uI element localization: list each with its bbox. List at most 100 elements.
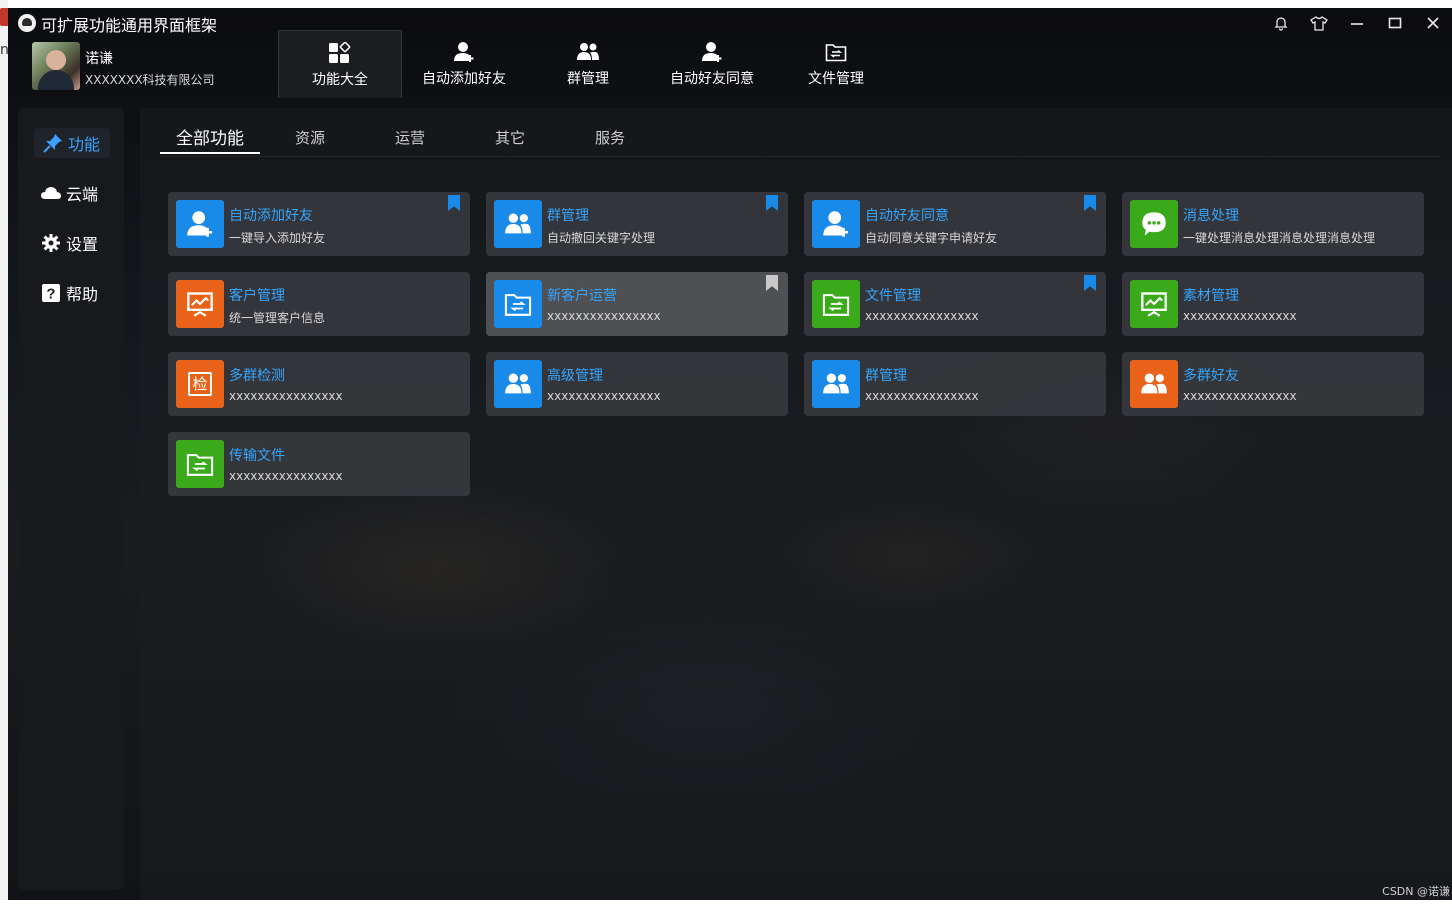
tab-other[interactable]: 其它	[460, 120, 560, 154]
card-title: 自动好友同意	[865, 208, 949, 224]
presentation-icon	[1130, 280, 1178, 328]
folder-transfer-icon	[812, 280, 860, 328]
tab-resources[interactable]: 资源	[260, 120, 360, 154]
maximize-icon[interactable]	[1376, 10, 1414, 36]
card-description: xxxxxxxxxxxxxxxx	[1183, 389, 1297, 403]
tab-operations[interactable]: 运营	[360, 120, 460, 154]
window-controls	[1262, 10, 1452, 36]
topnav-all-features[interactable]: 功能大全	[278, 30, 402, 98]
svg-text:?: ?	[46, 286, 55, 303]
topnav-file-management[interactable]: 文件管理	[774, 30, 898, 98]
shirt-icon[interactable]	[1300, 10, 1338, 36]
card-description: 自动撤回关键字处理	[547, 231, 656, 245]
feature-card[interactable]: 自动添加好友 一键导入添加好友	[168, 192, 470, 256]
card-title: 群管理	[547, 208, 589, 224]
topnav-label: 文件管理	[808, 71, 864, 87]
sidebar-item-help[interactable]: ? 帮助	[40, 278, 98, 308]
folder-transfer-icon	[824, 40, 848, 64]
topnav-auto-friend-accept[interactable]: 自动好友同意	[650, 30, 774, 98]
bell-icon[interactable]	[1262, 10, 1300, 36]
topnav-label: 自动好友同意	[670, 71, 754, 87]
user-add-icon	[812, 200, 860, 248]
watermark: CSDN @诺谦	[1382, 885, 1450, 898]
category-tabs: 全部功能 资源 运营 其它 服务	[160, 120, 660, 154]
card-title: 素材管理	[1183, 288, 1239, 304]
user-add-icon	[700, 40, 724, 64]
card-description: xxxxxxxxxxxxxxxx	[547, 389, 661, 403]
topnav-label: 功能大全	[312, 71, 368, 88]
feature-card[interactable]: 群管理自动撤回关键字处理	[486, 192, 788, 256]
user-add-icon	[452, 40, 476, 64]
close-icon[interactable]	[1414, 10, 1452, 36]
minimize-icon[interactable]	[1338, 10, 1376, 36]
card-description: xxxxxxxxxxxxxxxx	[547, 309, 661, 323]
folder-transfer-icon	[494, 280, 542, 328]
group-icon	[812, 360, 860, 408]
desktop-background	[0, 0, 8, 908]
card-title: 自动添加好友	[229, 208, 313, 224]
card-description: 一键处理消息处理消息处理消息处理	[1183, 231, 1376, 245]
sidebar-item-label: 云端	[66, 185, 99, 204]
chat-icon	[1130, 200, 1178, 248]
feature-card[interactable]: 客户管理 统一管理客户信息	[168, 272, 470, 336]
bookmark-icon[interactable]	[766, 275, 778, 291]
card-description: 一键导入添加好友	[229, 231, 326, 245]
feature-card[interactable]: 新客户运营 xxxxxxxxxxxxxxxx	[486, 272, 788, 336]
sidebar-item-label: 设置	[66, 235, 99, 254]
card-description: 统一管理客户信息	[229, 311, 326, 325]
desktop-background-bottom	[0, 900, 1452, 908]
card-description: xxxxxxxxxxxxxxxx	[229, 389, 343, 403]
sidebar-item-settings[interactable]: 设置	[40, 228, 98, 258]
group-icon	[576, 40, 600, 64]
sidebar-item-label: 功能	[68, 135, 101, 154]
feature-card[interactable]: 多群好友 xxxxxxxxxxxxxxxx	[1122, 352, 1424, 416]
user-company: XXXXXXX科技有限公司	[85, 73, 215, 87]
sidebar-item-label: 帮助	[66, 285, 99, 304]
feature-card[interactable]: 检 多群检测 xxxxxxxxxxxxxxxx	[168, 352, 470, 416]
tab-all-features[interactable]: 全部功能	[160, 120, 260, 154]
sidebar-item-cloud[interactable]: 云端	[40, 178, 98, 208]
feature-card[interactable]: 高级管理 xxxxxxxxxxxxxxxx	[486, 352, 788, 416]
bookmark-icon[interactable]	[1084, 275, 1096, 291]
tabs-divider	[160, 156, 1440, 157]
topnav-label: 自动添加好友	[422, 71, 506, 87]
grid-apps-icon	[328, 41, 352, 65]
pin-icon	[42, 132, 64, 154]
gear-icon	[40, 232, 62, 254]
app-title: 可扩展功能通用界面框架	[41, 16, 218, 35]
app-logo-icon	[18, 14, 36, 32]
user-add-icon	[176, 200, 224, 248]
main-content: 全部功能 资源 运营 其它 服务 自动添加好友 一键导入添加好友 群管理 自动撤回关键…	[140, 108, 1452, 900]
feature-card[interactable]: 素材管理 xxxxxxxxxxxxxxxx	[1122, 272, 1424, 336]
app-window: 可扩展功能通用界面框架 诺谦 XXXXXXX科技有限公司 功能大全 自动添加好友…	[8, 8, 1452, 900]
check-seal-icon: 检	[176, 360, 224, 408]
bookmark-icon[interactable]	[766, 195, 778, 211]
topnav-group-management[interactable]: 群管理	[526, 30, 650, 98]
tab-services[interactable]: 服务	[560, 120, 660, 154]
card-title: 多群检测	[229, 368, 285, 384]
card-title: 传输文件	[229, 448, 285, 464]
cloud-icon	[40, 182, 62, 204]
bookmark-icon[interactable]	[448, 195, 460, 211]
card-title: 高级管理	[547, 368, 603, 384]
feature-card[interactable]: 群管理 xxxxxxxxxxxxxxxx	[804, 352, 1106, 416]
card-description: xxxxxxxxxxxxxxxx	[1183, 309, 1297, 323]
group-icon	[1130, 360, 1178, 408]
feature-card[interactable]: 消息处理一键处理消息处理消息处理消息处理	[1122, 192, 1424, 256]
card-title: 新客户运营	[547, 288, 617, 304]
card-description: xxxxxxxxxxxxxxxx	[229, 469, 343, 483]
sidebar: 功能 云端 设置 ? 帮助	[18, 108, 124, 890]
feature-card[interactable]: 自动好友同意 自动同意关键字申请好友	[804, 192, 1106, 256]
card-title: 多群好友	[1183, 368, 1239, 384]
topnav-auto-add-friend[interactable]: 自动添加好友	[402, 30, 526, 98]
presentation-icon	[176, 280, 224, 328]
feature-card[interactable]: 传输文件 xxxxxxxxxxxxxxxx	[168, 432, 470, 496]
top-navigation: 功能大全 自动添加好友 群管理 自动好友同意 文件管理	[278, 30, 898, 98]
feature-card[interactable]: 文件管理 xxxxxxxxxxxxxxxx	[804, 272, 1106, 336]
card-title: 消息处理	[1183, 208, 1239, 224]
avatar[interactable]	[32, 42, 80, 90]
sidebar-item-features[interactable]: 功能	[34, 128, 111, 158]
bookmark-icon[interactable]	[1084, 195, 1096, 211]
card-title: 文件管理	[865, 288, 921, 304]
help-icon: ?	[40, 282, 62, 304]
